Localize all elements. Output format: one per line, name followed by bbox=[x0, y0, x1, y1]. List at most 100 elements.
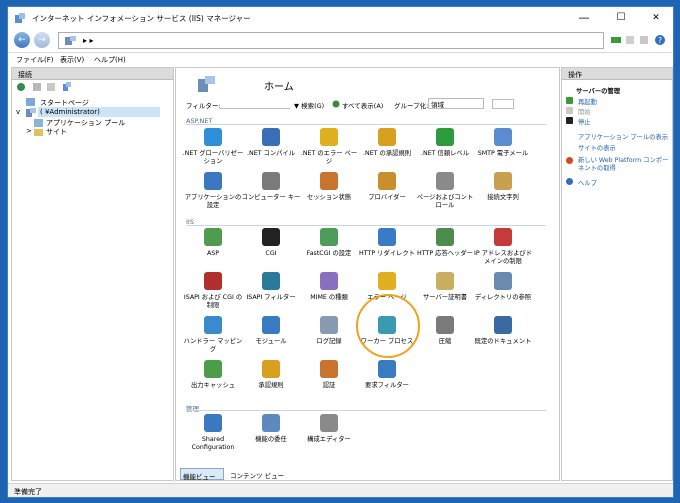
feature-globe[interactable]: .NET グローバリゼーション bbox=[182, 128, 244, 166]
menu-view[interactable]: 表示(V) bbox=[60, 55, 84, 65]
feature-cache[interactable]: 出力キャッシュ bbox=[182, 360, 244, 390]
feature-cgi[interactable]: CGI bbox=[240, 228, 302, 258]
status-text: 準備完了 bbox=[14, 488, 42, 496]
feature-directory-browse[interactable]: ディレクトリの参照 bbox=[472, 272, 534, 302]
feature-config-editor[interactable]: 構成エディター bbox=[298, 414, 360, 444]
feature-label: .NET のエラー ページ bbox=[300, 150, 358, 165]
feature-label: IP アドレスおよびドメインの制限 bbox=[473, 250, 533, 265]
feature-key[interactable]: コンピューター キー bbox=[240, 172, 302, 202]
feature-ip-restrict[interactable]: IP アドレスおよびドメインの制限 bbox=[472, 228, 534, 266]
minimize-button[interactable]: — bbox=[569, 7, 599, 29]
feature-label: 出力キャッシュ bbox=[190, 382, 236, 389]
tree-expand-chevron-icon[interactable]: v bbox=[16, 108, 20, 116]
tab-content-view[interactable]: コンテンツ ビュー bbox=[230, 470, 284, 480]
feature-handler[interactable]: ハンドラー マッピング bbox=[182, 316, 244, 354]
feature-page-control[interactable]: ページおよびコントロール bbox=[414, 172, 476, 210]
iis-manager-window: インターネット インフォメーション サービス (IIS) マネージャー — ☐ … bbox=[7, 6, 674, 498]
view-app-pools-action[interactable]: アプリケーション プールの表示 bbox=[578, 132, 668, 141]
save-icon[interactable] bbox=[32, 82, 42, 92]
refresh-icon[interactable] bbox=[638, 34, 650, 46]
feature-request-filter[interactable]: 要求フィルター bbox=[356, 360, 418, 390]
start-page-icon bbox=[26, 98, 35, 106]
config-editor-icon bbox=[320, 414, 338, 432]
feature-shared-config[interactable]: Shared Configuration bbox=[182, 414, 244, 452]
start-icon bbox=[566, 107, 573, 114]
feature-label: .NET コンパイル bbox=[246, 150, 296, 157]
feature-users[interactable]: セッション状態 bbox=[298, 172, 360, 202]
show-all-button[interactable]: すべて表示(A) bbox=[342, 100, 383, 110]
web-platform-icon bbox=[566, 157, 573, 164]
feature-filter-globe[interactable]: ISAPI フィルター bbox=[240, 272, 302, 302]
request-filter-icon bbox=[378, 360, 396, 378]
feature-asp[interactable]: ASP bbox=[182, 228, 244, 258]
filter-bar: フィルター: ▼ 検索(G) すべて表示(A) グループ化: 領域 bbox=[180, 98, 540, 111]
status-bar: 準備完了 bbox=[8, 483, 673, 497]
feature-label: ISAPI および CGI の制限 bbox=[183, 294, 243, 309]
connect-icon[interactable] bbox=[16, 82, 26, 92]
start-action[interactable]: 開始 bbox=[578, 107, 591, 116]
address-path-field[interactable]: ▸ ▸ bbox=[58, 32, 604, 49]
help-action[interactable]: ヘルプ bbox=[578, 178, 597, 187]
network-icon[interactable] bbox=[610, 34, 622, 46]
feature-mail[interactable]: SMTP 電子メール bbox=[472, 128, 534, 158]
tree-sites[interactable]: サイト bbox=[46, 127, 67, 137]
group-by-label: グループ化: bbox=[394, 102, 429, 110]
connect-server-icon[interactable] bbox=[62, 82, 72, 92]
view-sites-action[interactable]: サイトの表示 bbox=[578, 143, 616, 152]
search-button[interactable]: ▼ 検索(G) bbox=[294, 100, 324, 110]
stop-icon[interactable] bbox=[624, 34, 636, 46]
feature-compress[interactable]: 圧縮 bbox=[414, 316, 476, 346]
help-icon[interactable]: ? bbox=[654, 34, 666, 46]
view-mode-icon[interactable] bbox=[492, 99, 514, 109]
filter-label: フィルター: bbox=[186, 102, 221, 110]
feature-label: ISAPI フィルター bbox=[246, 294, 296, 301]
stop-action[interactable]: 停止 bbox=[578, 117, 591, 126]
feature-settings-list[interactable]: アプリケーションの設定 bbox=[182, 172, 244, 210]
feature-check-shield[interactable]: .NET 信頼レベル bbox=[414, 128, 476, 158]
feature-label: SMTP 電子メール bbox=[477, 150, 529, 157]
maximize-button[interactable]: ☐ bbox=[606, 7, 636, 29]
up-icon[interactable] bbox=[46, 82, 56, 92]
feature-authentication[interactable]: 認証 bbox=[298, 360, 360, 390]
tree-server[interactable]: ( ¥Administrator) bbox=[38, 107, 160, 117]
new-components-action[interactable]: 新しい Web Platform コンポーネントの取得 bbox=[578, 157, 670, 173]
feature-download[interactable]: .NET コンパイル bbox=[240, 128, 302, 158]
restart-action[interactable]: 再起動 bbox=[578, 97, 597, 106]
feature-label: 圧縮 bbox=[438, 338, 452, 345]
feature-module[interactable]: モジュール bbox=[240, 316, 302, 346]
feature-delegation[interactable]: 機能の委任 bbox=[240, 414, 302, 444]
forward-button[interactable]: → bbox=[34, 32, 50, 48]
download-icon bbox=[262, 128, 280, 146]
feature-redirect[interactable]: HTTP リダイレクト bbox=[356, 228, 418, 258]
section-divider bbox=[186, 225, 546, 226]
feature-default-doc[interactable]: 既定のドキュメント bbox=[472, 316, 534, 346]
feature-certificate[interactable]: サーバー証明書 bbox=[414, 272, 476, 302]
feature-users-group[interactable]: プロバイダー bbox=[356, 172, 418, 202]
close-button[interactable]: ✕ bbox=[641, 7, 671, 29]
menu-help[interactable]: ヘルプ(H) bbox=[94, 55, 126, 65]
feature-headers[interactable]: HTTP 応答ヘッダー bbox=[414, 228, 476, 258]
back-button[interactable]: ← bbox=[14, 32, 30, 48]
feature-label: .NET グローバリゼーション bbox=[182, 150, 244, 165]
tree-sites-chevron-icon[interactable]: > bbox=[26, 127, 32, 135]
feature-label: HTTP リダイレクト bbox=[359, 250, 415, 257]
title-bar: インターネット インフォメーション サービス (IIS) マネージャー — ☐ … bbox=[8, 7, 673, 29]
feature-connection-string[interactable]: 接続文字列 bbox=[472, 172, 534, 202]
feature-warning-page[interactable]: .NET のエラー ページ bbox=[298, 128, 360, 166]
asp-icon bbox=[204, 228, 222, 246]
menu-file[interactable]: ファイル(F) bbox=[16, 55, 54, 65]
feature-mime[interactable]: MIME の種類 bbox=[298, 272, 360, 302]
feature-fastcgi[interactable]: FastCGI の設定 bbox=[298, 228, 360, 258]
default-doc-icon bbox=[494, 316, 512, 334]
filter-input[interactable] bbox=[220, 99, 290, 109]
feature-label: ハンドラー マッピング bbox=[183, 338, 243, 353]
feature-lock[interactable]: .NET の承認規則 bbox=[356, 128, 418, 158]
feature-isapi-cgi[interactable]: ISAPI および CGI の制限 bbox=[182, 272, 244, 310]
tab-features-view[interactable]: 機能ビュー bbox=[180, 468, 224, 480]
help-circle-icon bbox=[566, 178, 573, 185]
group-by-select[interactable]: 領域 bbox=[428, 98, 484, 109]
feature-log[interactable]: ログ記録 bbox=[298, 316, 360, 346]
users-icon bbox=[320, 172, 338, 190]
compress-icon bbox=[436, 316, 454, 334]
feature-auth-rules[interactable]: 承認規則 bbox=[240, 360, 302, 390]
